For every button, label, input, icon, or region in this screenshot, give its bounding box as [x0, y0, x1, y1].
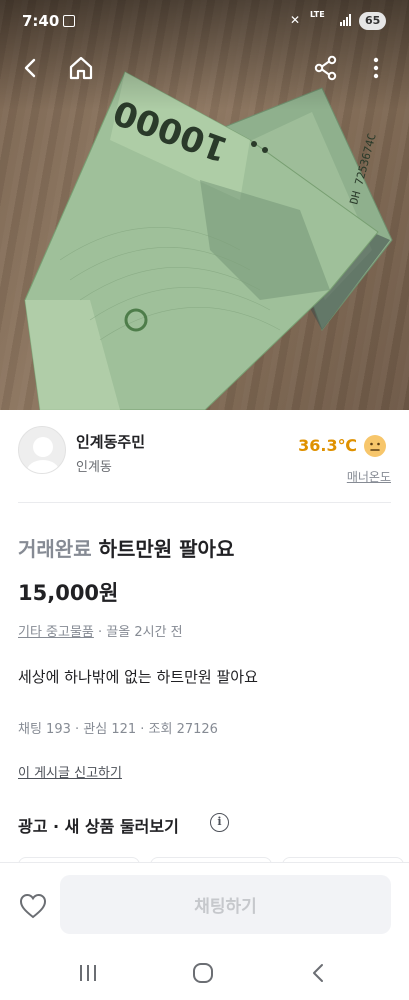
- notification-app-icon: [63, 15, 75, 27]
- category-link[interactable]: 기타 중고물품: [18, 625, 94, 640]
- seller-name: 인계동주민: [76, 433, 146, 451]
- more-options-button[interactable]: [358, 50, 394, 86]
- back-icon: [24, 58, 36, 78]
- status-bar: 7:40 ✕ LTE 65: [0, 0, 409, 42]
- system-back-button[interactable]: [303, 960, 333, 986]
- like-button[interactable]: [16, 889, 50, 923]
- home-button[interactable]: [63, 50, 99, 86]
- post-time: · 끌올 2시간 전: [93, 625, 183, 640]
- post-body: 세상에 하나밖에 없는 하트만원 팔아요: [18, 668, 258, 686]
- post-title: 거래완료 하트만원 팔아요: [18, 533, 234, 562]
- home-icon: [69, 56, 93, 80]
- manner-face-icon: [364, 435, 386, 457]
- share-icon: [314, 55, 337, 81]
- manner-temperature: 36.3℃: [298, 436, 357, 455]
- system-home-button[interactable]: [188, 960, 218, 986]
- network-type: LTE: [310, 10, 325, 19]
- post-meta: 기타 중고물품 · 끌올 2시간 전: [18, 621, 183, 640]
- info-icon[interactable]: i: [210, 813, 229, 832]
- more-icon: [373, 57, 379, 79]
- post-title-text: 하트만원 팔아요: [98, 537, 235, 561]
- product-photo[interactable]: 10000 DH 7253674C: [0, 0, 409, 410]
- system-home-icon: [193, 963, 213, 983]
- recent-apps-button[interactable]: [73, 960, 103, 986]
- default-avatar-icon: [27, 437, 59, 473]
- post-price: 15,000원: [18, 581, 119, 605]
- back-button[interactable]: [13, 50, 49, 86]
- seller-profile[interactable]: 인계동주민 인계동 36.3℃ 매너온도: [18, 426, 391, 492]
- manner-temperature-label[interactable]: 매너온도: [347, 468, 391, 485]
- trade-status-badge: 거래완료: [18, 537, 92, 561]
- seller-area: 인계동: [76, 460, 112, 475]
- battery-indicator: 65: [359, 12, 387, 30]
- chat-button[interactable]: 채팅하기: [60, 875, 391, 934]
- heart-icon: [19, 893, 47, 919]
- share-button[interactable]: [308, 50, 344, 86]
- avatar[interactable]: [18, 426, 66, 474]
- recent-apps-icon: [80, 965, 96, 981]
- status-time: 7:40: [22, 12, 60, 30]
- report-post-link[interactable]: 이 게시글 신고하기: [18, 762, 122, 781]
- mute-icon: ✕: [290, 13, 301, 27]
- post-stats: 채팅 193 · 관심 121 · 조회 27126: [18, 722, 218, 737]
- signal-icon: [340, 14, 351, 26]
- system-back-icon: [313, 964, 323, 982]
- ad-section-title: 광고 · 새 상품 둘러보기: [18, 817, 179, 836]
- bottom-action-bar: 채팅하기: [0, 862, 409, 946]
- divider: [18, 502, 391, 503]
- system-navigation-bar: [0, 946, 409, 1000]
